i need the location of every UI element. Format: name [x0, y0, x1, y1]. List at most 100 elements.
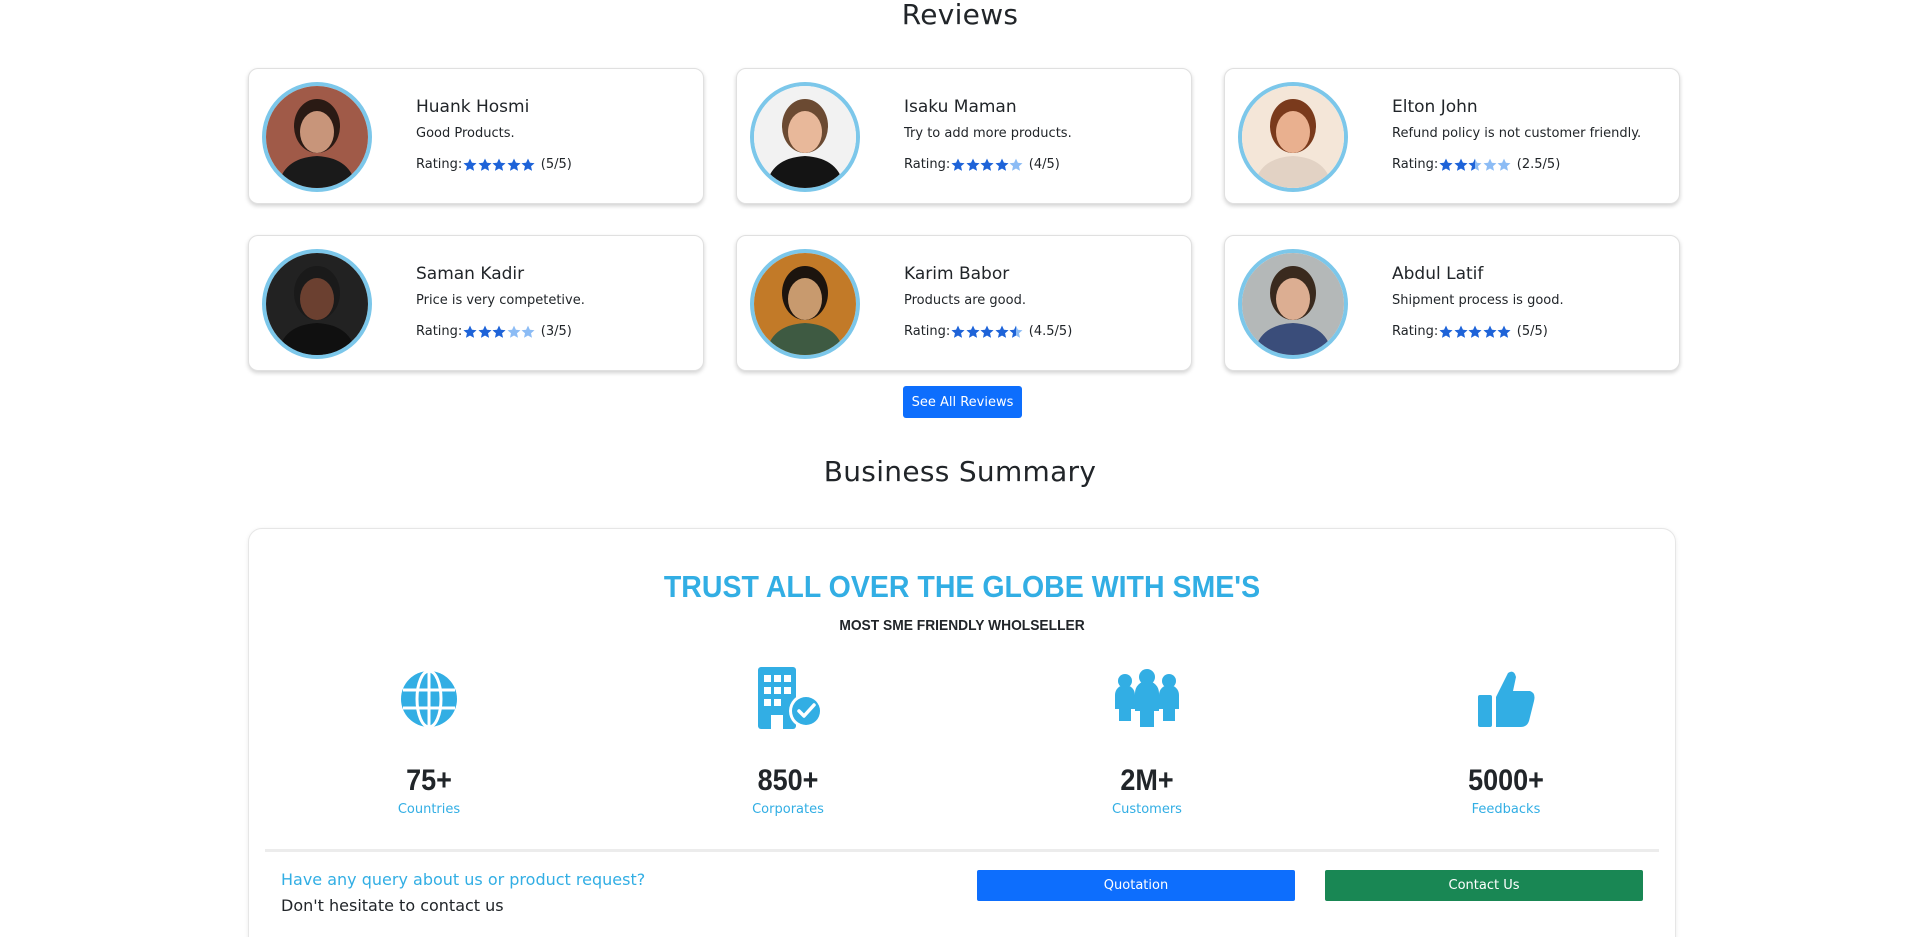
see-all-reviews-button[interactable]: See All Reviews [903, 386, 1022, 418]
rating-stars [951, 158, 1024, 172]
quotation-button[interactable]: Quotation [977, 870, 1295, 901]
star-empty-icon [507, 325, 521, 338]
building-check-icon [648, 659, 928, 739]
globe-icon [289, 659, 569, 739]
stat-value: 2M+ [1120, 764, 1174, 797]
stat-countries: 75+ Countries [289, 659, 569, 817]
avatar [262, 249, 372, 359]
review-card: Elton John Refund policy is not customer … [1224, 68, 1680, 204]
review-card: Karim Babor Products are good. Rating: (4.5… [736, 235, 1192, 371]
review-comment: Good Products. [416, 126, 515, 141]
star-empty-icon [521, 325, 535, 338]
review-comment: Price is very competetive. [416, 293, 585, 308]
review-rating: Rating: (4.5/5) [904, 324, 1072, 339]
stat-value: 75+ [406, 764, 452, 797]
reviewer-name: Huank Hosmi [416, 97, 530, 117]
stat-customers: 2M+ Customers [1007, 659, 1287, 817]
review-rating: Rating: (5/5) [1392, 324, 1548, 339]
stat-label: Countries [397, 802, 461, 817]
contact-us-button[interactable]: Contact Us [1325, 870, 1643, 901]
reviewer-name: Saman Kadir [416, 264, 525, 284]
stat-label: Customers [1112, 802, 1182, 817]
star-filled-icon [951, 158, 965, 171]
star-filled-icon [463, 325, 477, 338]
contact-strip: Have any query about us or product reque… [265, 849, 1659, 937]
star-filled-icon [492, 325, 506, 338]
star-filled-icon [478, 325, 492, 338]
star-filled-icon [478, 158, 492, 171]
star-filled-icon [980, 325, 994, 338]
star-filled-icon [1497, 325, 1511, 338]
star-empty-icon [1009, 158, 1023, 171]
reviewer-name: Isaku Maman [904, 97, 1017, 117]
rating-stars [463, 158, 536, 172]
star-filled-icon [521, 158, 535, 171]
rating-label: Rating: [1392, 157, 1439, 172]
star-filled-icon [1439, 325, 1453, 338]
reviewer-name: Abdul Latif [1392, 264, 1484, 284]
rating-stars [1439, 158, 1512, 172]
rating-label: Rating: [416, 324, 463, 339]
star-filled-icon [492, 158, 506, 171]
rating-stars [463, 325, 536, 339]
star-filled-icon [951, 325, 965, 338]
review-card: Saman Kadir Price is very competetive. Rat… [248, 235, 704, 371]
star-filled-icon [1468, 325, 1482, 338]
review-card: Huank Hosmi Good Products. Rating: (5/5) [248, 68, 704, 204]
reviewer-name: Karim Babor [904, 264, 1010, 284]
rating-value: (2.5/5) [1516, 157, 1561, 172]
avatar [262, 82, 372, 192]
stat-value: 5000+ [1468, 764, 1544, 797]
rating-value: (5/5) [1516, 324, 1548, 339]
star-filled-icon [463, 158, 477, 171]
rating-label: Rating: [904, 324, 951, 339]
star-filled-icon [966, 325, 980, 338]
rating-label: Rating: [1392, 324, 1439, 339]
stat-label: Corporates [752, 802, 824, 817]
rating-value: (4.5/5) [1028, 324, 1073, 339]
reviewer-name: Elton John [1392, 97, 1478, 117]
star-half-icon [1468, 158, 1482, 171]
star-empty-icon [1497, 158, 1511, 171]
contact-question: Have any query about us or product reque… [281, 870, 646, 889]
star-filled-icon [995, 325, 1009, 338]
business-summary-card: TRUST ALL OVER THE GLOBE WITH SME'S MOST… [248, 528, 1676, 937]
rating-value: (3/5) [540, 324, 572, 339]
review-rating: Rating: (5/5) [416, 157, 572, 172]
rating-stars [951, 325, 1024, 339]
thumbs-up-icon [1366, 659, 1646, 739]
avatar [750, 249, 860, 359]
avatar [1238, 249, 1348, 359]
trust-subheadline: MOST SME FRIENDLY WHOLSELLER [839, 617, 1085, 634]
star-filled-icon [507, 158, 521, 171]
review-card: Abdul Latif Shipment process is good. Rati… [1224, 235, 1680, 371]
star-half-icon [1009, 325, 1023, 338]
star-filled-icon [1454, 325, 1468, 338]
business-summary-title: Business Summary [823, 455, 1097, 488]
trust-headline: TRUST ALL OVER THE GLOBE WITH SME'S [663, 569, 1261, 604]
avatar [1238, 82, 1348, 192]
stat-value: 850+ [757, 764, 819, 797]
avatar [750, 82, 860, 192]
stat-feedbacks: 5000+ Feedbacks [1366, 659, 1646, 817]
review-comment: Products are good. [904, 293, 1026, 308]
reviews-title: Reviews [901, 0, 1019, 31]
people-group-icon [1007, 659, 1287, 739]
star-filled-icon [995, 158, 1009, 171]
rating-value: (4/5) [1028, 157, 1060, 172]
contact-subtext: Don't hesitate to contact us [281, 896, 504, 915]
review-comment: Try to add more products. [904, 126, 1072, 141]
star-filled-icon [980, 158, 994, 171]
rating-stars [1439, 325, 1512, 339]
star-empty-icon [1483, 158, 1497, 171]
rating-label: Rating: [904, 157, 951, 172]
review-comment: Shipment process is good. [1392, 293, 1564, 308]
rating-label: Rating: [416, 157, 463, 172]
review-rating: Rating: (3/5) [416, 324, 572, 339]
stat-corporates: 850+ Corporates [648, 659, 928, 817]
review-rating: Rating: (2.5/5) [1392, 157, 1560, 172]
stat-label: Feedbacks [1471, 802, 1541, 817]
rating-value: (5/5) [540, 157, 572, 172]
review-comment: Refund policy is not customer friendly. [1392, 126, 1642, 141]
review-card: Isaku Maman Try to add more products. Rati… [736, 68, 1192, 204]
